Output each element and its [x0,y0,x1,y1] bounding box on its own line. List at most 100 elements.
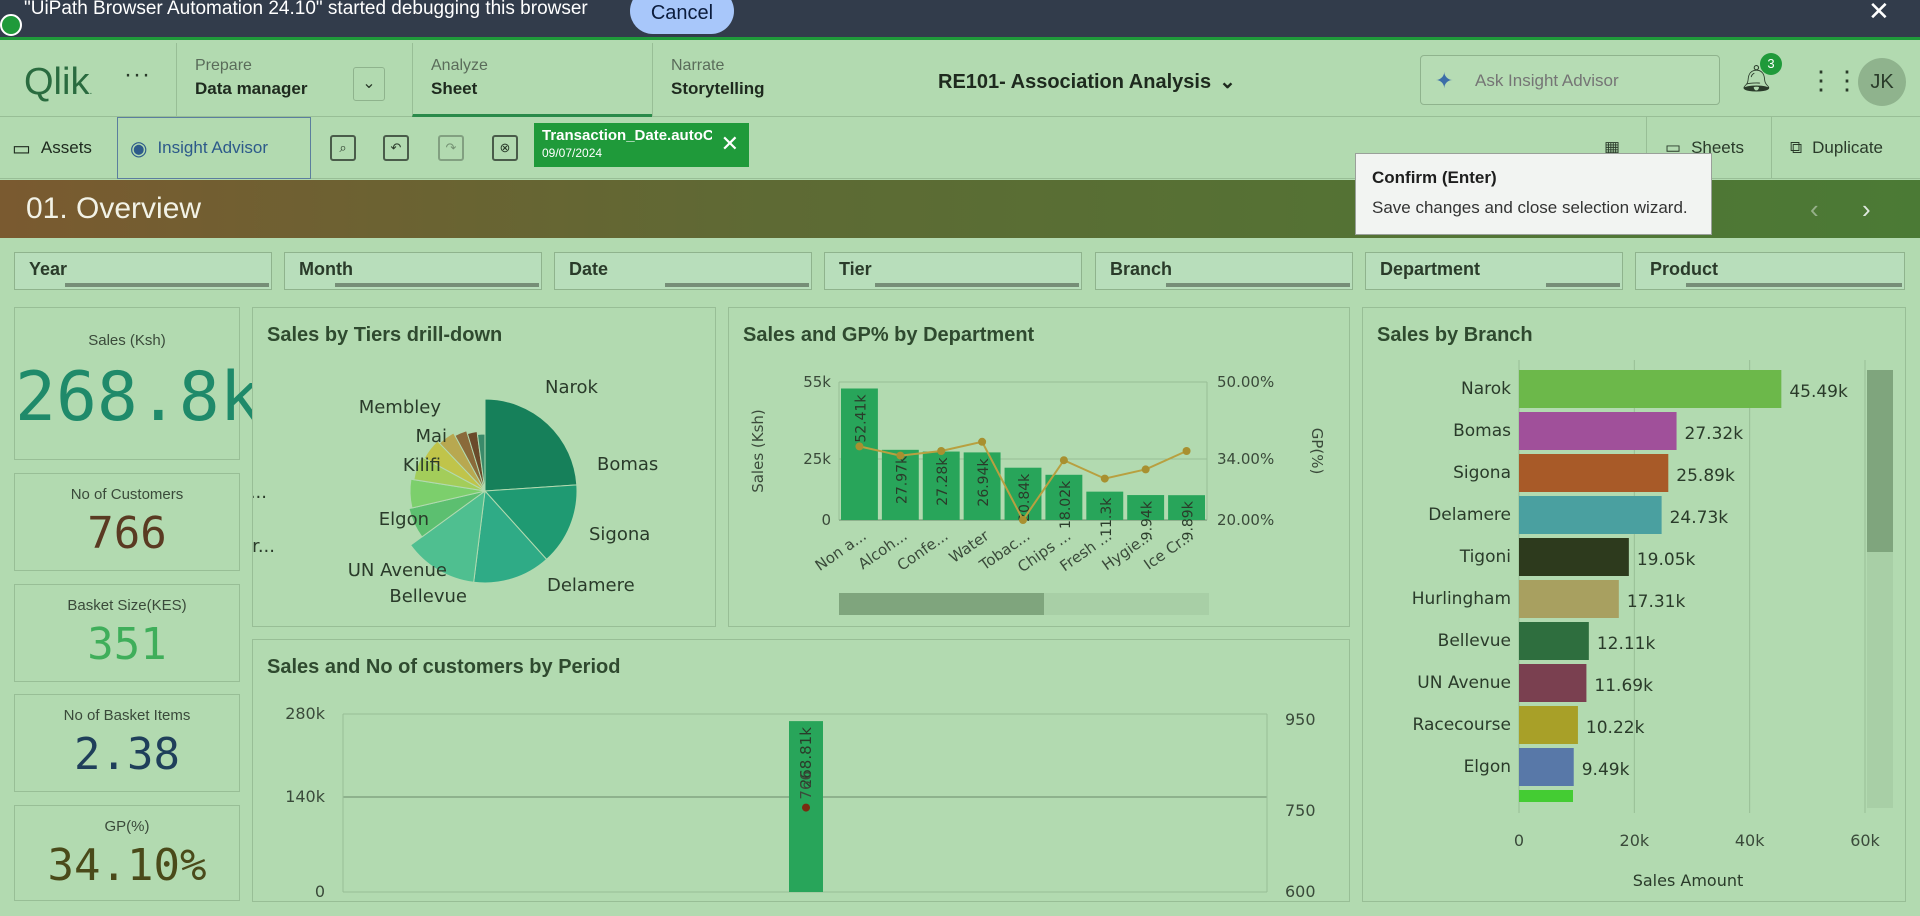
scrollbar-thumb[interactable] [839,593,1044,615]
branch-bar[interactable] [1519,538,1629,576]
step-back-icon[interactable]: ↶ [383,135,409,161]
branch-bar[interactable] [1519,370,1782,408]
pie-label: Bomas [597,454,658,475]
pie-label: Elgon [379,509,429,530]
branch-label: Delamere [1428,505,1511,525]
filter-bar [665,283,809,287]
filter-branch[interactable]: Branch [1095,252,1353,290]
filter-department[interactable]: Department [1365,252,1623,290]
smart-search-icon[interactable]: ⌕ [330,135,356,161]
chart-dept-panel[interactable]: Sales and GP% by Department 55k 25k 0 50.00… [728,307,1350,627]
selection-value: 09/07/2024 [542,146,603,160]
scrollbar-thumb[interactable] [1867,370,1893,552]
filter-bar [65,283,269,287]
branch-bar[interactable] [1519,496,1662,534]
y-tick: 140k [285,787,326,806]
gp-point[interactable] [978,437,987,446]
cancel-debug-button[interactable]: Cancel [630,0,734,34]
gp-point[interactable] [937,447,946,455]
nav-analyze[interactable]: Analyze Sheet [412,43,652,117]
gp-point[interactable] [1141,465,1150,474]
branch-bar[interactable] [1519,412,1677,450]
dept-combo-chart[interactable]: 55k 25k 0 50.00% 34.00% 20.00% Sales (Ksh) GP(%… [729,308,1351,628]
branch-bar[interactable] [1519,748,1574,786]
branch-bar[interactable] [1519,706,1578,744]
gp-point[interactable] [1059,456,1068,465]
chart-period-panel[interactable]: Sales and No of customers by Period 280k… [252,639,1350,902]
ask-insight-input[interactable] [1475,70,1705,92]
kpi-sales[interactable]: Sales (Ksh) 268.8k [14,307,261,460]
dept-value-label: 18.02k [1058,480,1074,529]
panel-icon: ▭ [12,137,31,160]
kpi-basket-size[interactable]: Basket Size(KES) 351 [14,584,240,682]
filter-month[interactable]: Month [284,252,542,290]
filter-date[interactable]: Date [554,252,812,290]
qlik-logo[interactable]: Qlik. [24,61,92,104]
selection-chip[interactable]: Transaction_Date.autoCalendar.Date 09/07… [534,123,749,167]
avatar[interactable]: JK [1858,58,1906,106]
kpi-basket-items[interactable]: No of Basket Items 2.38 [14,694,240,792]
pie-slice[interactable] [484,398,578,492]
branch-bar[interactable] [1519,622,1589,660]
uipath-icon [0,14,22,36]
filter-product[interactable]: Product [1635,252,1905,290]
chevron-down-icon[interactable]: ⌄ [353,67,385,101]
filter-label: Branch [1110,259,1173,279]
dept-value-label: 26.94k [976,458,992,507]
branch-bar[interactable] [1519,454,1669,492]
gp-point[interactable] [1019,516,1027,524]
kpi-value: 268.8k [15,358,261,437]
kpi-value: 2.38 [74,729,180,780]
y-tick: 25k [803,450,831,468]
sheet-title: 01. Overview [26,192,202,225]
tiers-pie-chart[interactable]: Narok Bomas Sigona Delamere Bellevue UN Avenu… [253,308,717,628]
duplicate-button[interactable]: ⧉ Duplicate [1771,117,1920,179]
insight-icon: ◉ [130,137,148,160]
gp-point[interactable] [1182,447,1191,455]
branch-bar-partial[interactable] [1519,790,1573,802]
filter-tier[interactable]: Tier [824,252,1082,290]
branch-label: Tigoni [1459,547,1511,567]
close-icon[interactable]: ✕ [721,131,739,157]
branch-label: UN Avenue [1417,673,1511,693]
gp-point[interactable] [855,442,864,451]
branch-bar[interactable] [1519,664,1587,702]
branch-label: Narok [1461,379,1511,399]
branch-value-label: 45.49k [1789,382,1848,402]
close-icon[interactable]: ✕ [1868,0,1890,27]
branch-bar-chart[interactable]: 0 20k 40k 60k Narok 45.49k Bomas 27.32k Sigona 25… [1363,308,1907,903]
kpi-label: No of Basket Items [63,707,191,724]
gp-point[interactable] [1100,474,1109,483]
period-combo-chart[interactable]: 280k140k0950750600268.81k766 [253,640,1351,903]
branch-bar[interactable] [1519,580,1619,618]
filter-year[interactable]: Year [14,252,272,290]
nav-narrate-value: Storytelling [671,79,765,98]
y-tick: 55k [803,373,831,391]
more-menu-icon[interactable]: ··· [124,61,151,89]
kpi-customers[interactable]: No of Customers 766 [14,473,240,571]
ask-insight-advisor[interactable]: ✦ [1420,55,1720,105]
sparkle-icon: ✦ [1435,68,1454,93]
previous-sheet-icon[interactable]: ‹ [1810,194,1819,225]
app-title: RE101- Association Analysis [938,71,1212,93]
next-sheet-icon[interactable]: › [1862,194,1871,225]
chart-branch-panel[interactable]: Sales by Branch 0 20k 40k 60k Narok 45.49k Bom… [1362,307,1906,902]
chart-tiers-panel[interactable]: Sales by Tiers drill-down Narok Bomas Sigo… [252,307,716,627]
step-forward-icon[interactable]: ↷ [438,135,464,161]
kpi-gp[interactable]: GP(%) 34.10% [14,805,240,901]
y2-tick: 50.00% [1217,373,1274,391]
gp-point[interactable] [896,451,905,460]
customers-point[interactable] [802,803,810,812]
insight-advisor-button[interactable]: ◉ Insight Advisor [117,117,311,179]
branch-value-label: 11.69k [1594,676,1653,696]
kpi-value: 34.10% [47,840,207,891]
filter-label: Year [29,259,68,279]
nav-narrate[interactable]: Narrate Storytelling [652,43,892,117]
filter-bar [1686,283,1902,287]
app-title-dropdown[interactable]: RE101- Association Analysis ⌄ [938,69,1236,94]
filter-bar [1546,283,1620,287]
filter-label: Product [1650,259,1719,279]
branch-value-label: 25.89k [1676,466,1735,486]
assets-button[interactable]: ▭ Assets [0,117,116,179]
clear-selections-icon[interactable]: ⊗ [492,135,518,161]
